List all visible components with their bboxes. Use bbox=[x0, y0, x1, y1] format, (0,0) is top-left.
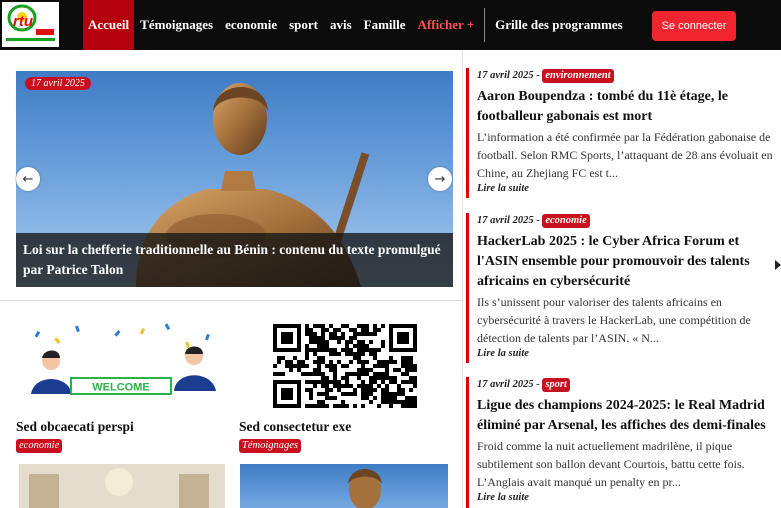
read-more-link[interactable]: Lire la suite bbox=[477, 347, 776, 361]
category-tag[interactable]: Témoignages bbox=[239, 439, 301, 453]
article-card[interactable]: Sed consectetur exe Témoignages bbox=[239, 316, 449, 453]
logo-icon: rtu bbox=[6, 4, 55, 41]
card-image: WELCOME bbox=[16, 316, 226, 416]
post-excerpt: Ils s’unissent pour valoriser des talent… bbox=[477, 295, 751, 345]
menu-divider bbox=[484, 8, 486, 42]
card-title[interactable]: Sed consectetur exe bbox=[239, 419, 449, 435]
top-navbar: rtu Accueil Témoignages economie sport a… bbox=[0, 0, 781, 50]
menu-item-avis[interactable]: avis bbox=[324, 0, 358, 50]
post-excerpt: L’information a été confirmée par la Féd… bbox=[477, 130, 773, 180]
slider-prev-button[interactable]: ← bbox=[16, 167, 40, 191]
post-headline[interactable]: HackerLab 2025 : le Cyber Africa Forum e… bbox=[477, 232, 776, 292]
post-headline[interactable]: Ligue des champions 2024-2025: le Real M… bbox=[477, 396, 776, 436]
card-image bbox=[239, 316, 449, 416]
sidebar-post[interactable]: 17 avril 2025 - sport Ligue des champion… bbox=[466, 377, 776, 508]
post-excerpt: Froid comme la nuit actuellement madrilè… bbox=[477, 439, 745, 489]
category-tag[interactable]: sport bbox=[542, 378, 570, 392]
article-card[interactable]: WELCOME Sed obcaecati perspi economie bbox=[16, 316, 226, 453]
main-menu: Accueil Témoignages economie sport avis … bbox=[83, 0, 629, 50]
chevron-right-icon: → bbox=[434, 171, 446, 187]
post-date: 17 avril 2025 bbox=[477, 379, 534, 390]
post-date: 17 avril 2025 bbox=[477, 215, 534, 226]
menu-item-accueil[interactable]: Accueil bbox=[83, 0, 135, 50]
post-date: 17 avril 2025 bbox=[477, 70, 534, 81]
statue-image bbox=[348, 469, 382, 508]
welcome-illustration: WELCOME bbox=[31, 323, 216, 395]
read-more-link[interactable]: Lire la suite bbox=[477, 182, 776, 196]
category-tag[interactable]: economie bbox=[542, 214, 590, 228]
card-title[interactable]: Sed obcaecati perspi bbox=[16, 419, 226, 435]
hero-date-badge: 17 avril 2025 bbox=[25, 77, 91, 90]
room-image bbox=[19, 464, 225, 508]
article-image[interactable] bbox=[240, 464, 448, 508]
column-divider bbox=[462, 50, 463, 508]
hero-slider[interactable]: 17 avril 2025 Loi sur la chefferie tradi… bbox=[16, 71, 453, 287]
svg-text:rtu: rtu bbox=[13, 13, 33, 30]
menu-item-grille-programmes[interactable]: Grille des programmes bbox=[489, 0, 629, 50]
scroll-right-icon[interactable] bbox=[775, 260, 781, 270]
menu-item-sport[interactable]: sport bbox=[283, 0, 324, 50]
article-image[interactable] bbox=[19, 464, 225, 508]
sidebar-post[interactable]: 17 avril 2025 - economie HackerLab 2025 … bbox=[466, 213, 776, 363]
read-more-link[interactable]: Lire la suite bbox=[477, 491, 776, 505]
login-button[interactable]: Se connecter bbox=[652, 11, 736, 41]
section-divider bbox=[0, 300, 462, 301]
post-meta: 17 avril 2025 - sport bbox=[477, 377, 776, 393]
chevron-left-icon: ← bbox=[22, 171, 34, 187]
svg-text:WELCOME: WELCOME bbox=[92, 382, 149, 394]
post-meta: 17 avril 2025 - economie bbox=[477, 213, 776, 229]
menu-item-afficher-plus[interactable]: Afficher + bbox=[412, 0, 481, 50]
menu-item-temoignages[interactable]: Témoignages bbox=[134, 0, 219, 50]
qr-code-image bbox=[239, 316, 449, 416]
sidebar-post[interactable]: 17 avril 2025 - environnement Aaron Boup… bbox=[466, 68, 776, 198]
menu-item-famille[interactable]: Famille bbox=[358, 0, 412, 50]
category-tag[interactable]: economie bbox=[16, 439, 63, 453]
post-headline[interactable]: Aaron Boupendza : tombé du 11è étage, le… bbox=[477, 87, 776, 127]
slider-next-button[interactable]: → bbox=[428, 167, 452, 191]
category-tag[interactable]: environnement bbox=[542, 69, 614, 83]
hero-caption[interactable]: Loi sur la chefferie traditionnelle au B… bbox=[16, 233, 453, 287]
menu-item-economie[interactable]: economie bbox=[219, 0, 283, 50]
site-logo[interactable]: rtu bbox=[2, 2, 59, 47]
post-meta: 17 avril 2025 - environnement bbox=[477, 68, 776, 84]
